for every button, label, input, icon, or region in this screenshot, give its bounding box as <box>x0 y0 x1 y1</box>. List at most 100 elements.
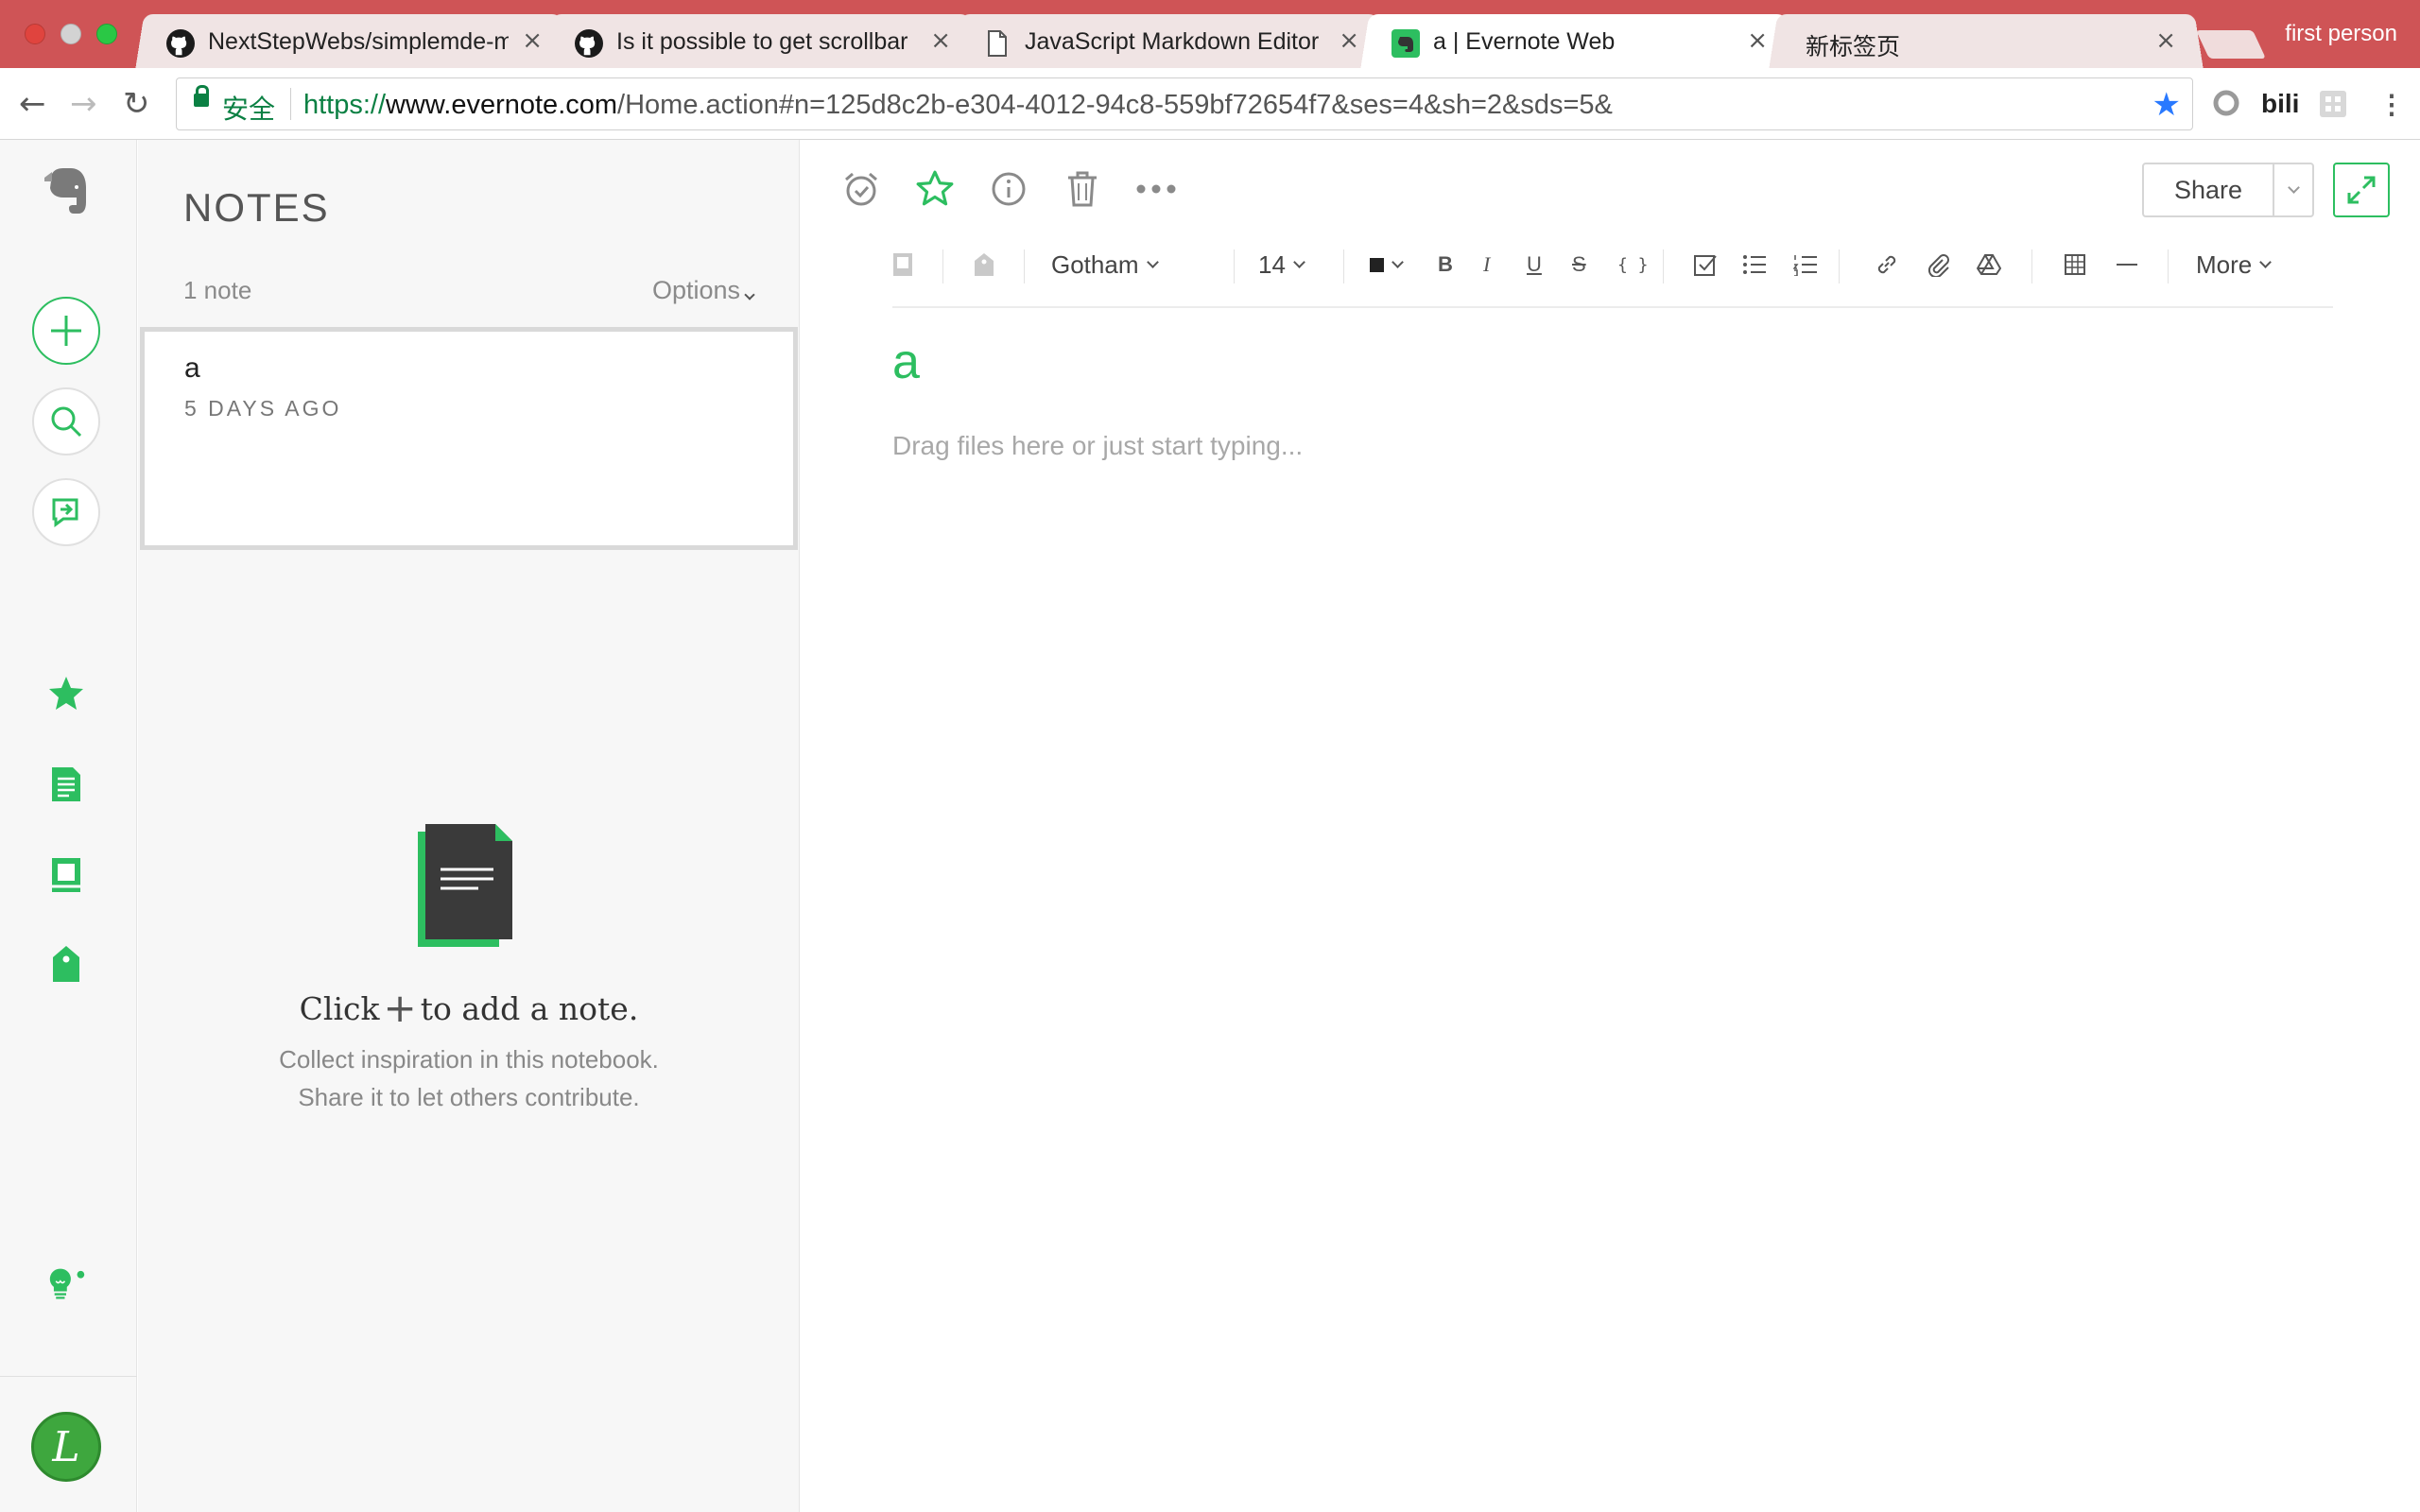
app-sidebar: L <box>0 140 137 1512</box>
color-swatch-icon <box>1370 257 1384 272</box>
tab-close-icon[interactable]: × <box>2155 26 2176 55</box>
reload-icon[interactable]: ↻ <box>123 85 150 123</box>
browser-tab[interactable]: NextStepWebs/simplemde-m × <box>135 13 570 69</box>
tab-close-icon[interactable]: × <box>930 26 951 55</box>
notebooks-icon[interactable] <box>47 856 85 894</box>
back-arrow-icon[interactable]: ← <box>19 85 46 123</box>
italic-button[interactable]: I <box>1483 244 1490 285</box>
note-editor: Share Gotham 14 B I U S { } More a Drag … <box>801 140 2420 1512</box>
numbered-list-button[interactable] <box>1793 244 1818 285</box>
font-family-dropdown[interactable]: Gotham <box>1051 244 1159 285</box>
trash-icon[interactable] <box>1062 168 1103 210</box>
empty-state-line: Share it to let others contribute. <box>298 1083 640 1111</box>
work-chat-button[interactable] <box>32 478 100 546</box>
browser-tab[interactable]: JavaScript Markdown Editor × <box>952 13 1387 69</box>
font-family-value: Gotham <box>1051 249 1139 279</box>
chevron-down-icon <box>1146 255 1159 268</box>
note-info-icon[interactable] <box>988 168 1029 210</box>
tab-title: 新标签页 <box>1806 34 1901 60</box>
page-icon <box>983 29 1011 58</box>
empty-notes-illustration <box>418 824 516 947</box>
share-options-button[interactable] <box>2273 163 2314 217</box>
window-close-button[interactable] <box>25 24 45 44</box>
bilibili-extension-icon[interactable]: bili <box>2261 89 2299 119</box>
window-minimize-button[interactable] <box>60 24 81 44</box>
empty-state-instruction: Click+ to add a note. <box>299 985 639 1031</box>
extension-circle-icon[interactable] <box>2212 89 2240 124</box>
table-icon <box>2065 254 2085 275</box>
browser-menu-icon[interactable]: ⋮ <box>2378 89 2405 120</box>
chevron-down-icon <box>744 289 755 301</box>
plus-icon: + <box>383 985 417 1031</box>
font-size-dropdown[interactable]: 14 <box>1258 244 1305 285</box>
checkbox-button[interactable] <box>1693 244 1718 285</box>
browser-tab[interactable]: Is it possible to get scrollbar × <box>544 13 978 69</box>
underline-icon: U <box>1527 252 1542 276</box>
options-dropdown[interactable]: Options <box>651 276 755 305</box>
search-button[interactable] <box>32 387 100 455</box>
options-label: Options <box>651 276 740 304</box>
extension-grid-icon[interactable] <box>2318 89 2348 126</box>
tab-close-icon[interactable]: × <box>1339 26 1359 55</box>
shortcut-star-icon[interactable] <box>914 168 956 210</box>
note-list-panel: NOTES 1 note Options a 5 DAYS AGO Click+… <box>138 140 800 1512</box>
font-size-value: 14 <box>1258 249 1286 279</box>
reminder-alarm-icon[interactable] <box>840 168 882 210</box>
notes-icon[interactable] <box>47 765 85 803</box>
tab-title: Is it possible to get scrollbar <box>616 28 908 55</box>
code-block-button[interactable]: { } <box>1617 244 1649 285</box>
new-note-button[interactable] <box>32 297 100 365</box>
horizontal-rule-button[interactable] <box>2115 244 2139 285</box>
bullet-list-button[interactable] <box>1742 244 1767 285</box>
bookmark-star-icon[interactable]: ★ <box>2152 86 2181 124</box>
link-icon <box>1877 255 1896 274</box>
browser-tab-bar: NextStepWebs/simplemde-m × Is it possibl… <box>0 0 2420 69</box>
attachment-button[interactable] <box>1926 244 1950 285</box>
search-icon <box>51 406 82 438</box>
evernote-logo-icon[interactable] <box>36 164 96 225</box>
plus-icon <box>51 316 81 346</box>
expand-editor-button[interactable] <box>2333 163 2390 217</box>
user-avatar[interactable]: L <box>31 1412 101 1482</box>
notebook-selector-icon[interactable] <box>891 244 914 285</box>
tag-selector-icon[interactable] <box>973 244 995 285</box>
shortcuts-star-icon[interactable] <box>47 675 85 713</box>
expand-icon <box>2347 176 2376 204</box>
checkbox-icon <box>1694 255 1717 276</box>
note-item-date: 5 DAYS AGO <box>184 396 342 421</box>
note-body-editor[interactable]: Drag files here or just start typing... <box>892 431 1303 461</box>
profile-name[interactable]: first person <box>2285 21 2397 47</box>
tags-icon[interactable] <box>47 945 85 983</box>
browser-toolbar: ← → ↻ 安全 https://www.evernote.com/Home.a… <box>0 68 2420 140</box>
bold-button[interactable]: B <box>1438 244 1453 285</box>
underline-button[interactable]: U <box>1527 244 1542 285</box>
share-button[interactable]: Share <box>2142 163 2274 217</box>
strikethrough-button[interactable]: S <box>1572 244 1586 285</box>
address-bar[interactable]: 安全 https://www.evernote.com/Home.action#… <box>176 77 2193 130</box>
insert-table-button[interactable] <box>2064 244 2086 285</box>
tab-title: JavaScript Markdown Editor <box>1025 28 1320 55</box>
tab-title: a | Evernote Web <box>1433 28 1616 55</box>
tab-close-icon[interactable]: × <box>522 26 543 55</box>
note-title-input[interactable]: a <box>892 334 920 390</box>
new-tab-button[interactable] <box>2196 30 2266 59</box>
horizontal-rule-icon <box>2117 264 2137 266</box>
lightbulb-icon[interactable] <box>47 1264 85 1302</box>
browser-tab-active[interactable]: a | Evernote Web × <box>1360 13 1795 69</box>
note-list-item[interactable]: a 5 DAYS AGO <box>140 327 798 550</box>
google-drive-icon <box>1977 254 2001 275</box>
more-formatting-dropdown[interactable]: More <box>2196 244 2273 285</box>
lock-icon <box>194 85 209 107</box>
text-color-dropdown[interactable] <box>1370 244 1404 285</box>
forward-arrow-icon[interactable]: → <box>70 85 97 123</box>
insert-link-button[interactable] <box>1875 244 1899 285</box>
google-drive-button[interactable] <box>1977 244 2001 285</box>
tab-close-icon[interactable]: × <box>1747 26 1768 55</box>
url-text[interactable]: https://www.evernote.com/Home.action#n=1… <box>303 90 1613 121</box>
more-actions-icon[interactable] <box>1135 168 1177 210</box>
window-zoom-button[interactable] <box>96 24 117 44</box>
browser-tab[interactable]: 新标签页 × <box>1769 13 2204 69</box>
github-icon <box>575 29 603 58</box>
secure-label: 安全 <box>222 94 276 125</box>
note-item-title: a <box>184 352 200 384</box>
